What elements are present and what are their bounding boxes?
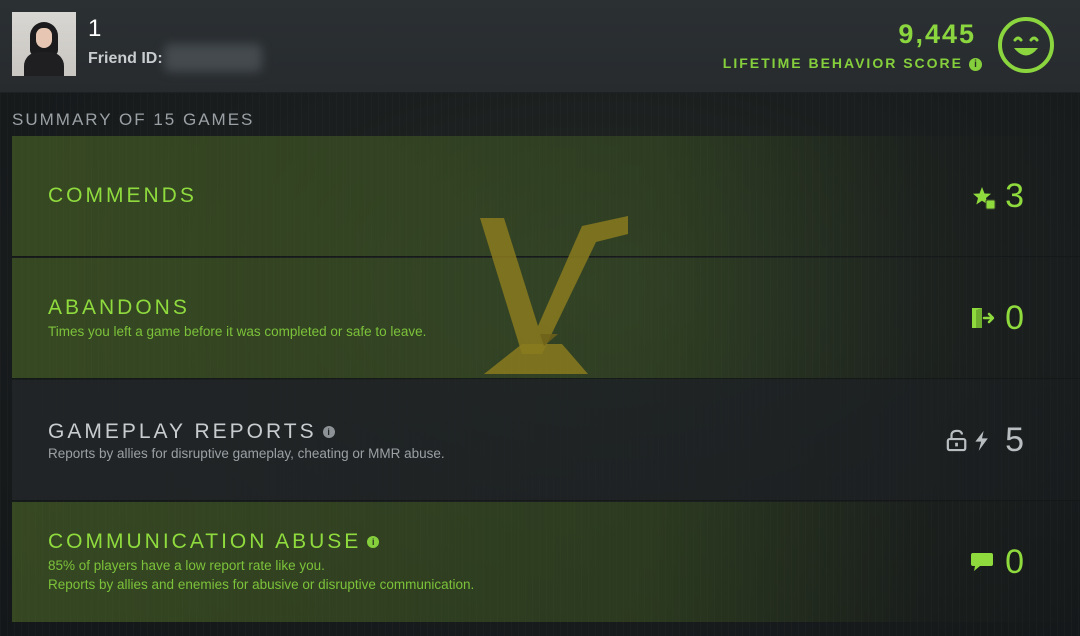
commends-value: 3 [1005, 177, 1024, 215]
gameplay-reports-description: Reports by allies for disruptive gamepla… [48, 446, 445, 461]
info-icon[interactable]: i [322, 426, 335, 438]
star-thumbs-up-icon [973, 187, 996, 210]
info-icon[interactable]: i [367, 536, 380, 548]
abandons-title: ABANDONS [48, 296, 190, 319]
abandons-description: Times you left a game before it was comp… [48, 324, 427, 339]
unlock-icon [946, 429, 967, 452]
commends-row: COMMENDS 3 [12, 136, 1080, 256]
communication-abuse-title-text: COMMUNICATION ABUSE [48, 530, 362, 553]
behavior-summary-page: 1 Friend ID: 9,445 LIFETIME BEHAVIOR SCO… [0, 0, 1080, 636]
communication-abuse-value: 0 [1005, 543, 1024, 581]
behavior-score-label-text: LIFETIME BEHAVIOR SCORE [722, 55, 963, 71]
row-divider [12, 256, 1080, 257]
gameplay-reports-row: GAMEPLAY REPORTS i Reports by allies for … [12, 380, 1080, 500]
communication-abuse-row: COMMUNICATION ABUSE i 85% of players have… [12, 502, 1080, 622]
communication-abuse-description: Reports by allies and enemies for abusiv… [48, 577, 475, 592]
row-divider [12, 378, 1080, 379]
lightning-icon [975, 430, 988, 451]
communication-abuse-percentile: 85% of players have a low report rate li… [48, 558, 325, 573]
exit-door-icon [972, 308, 994, 328]
behavior-score-label: LIFETIME BEHAVIOR SCORE i [723, 54, 982, 72]
communication-abuse-title: COMMUNICATION ABUSE i [48, 530, 380, 554]
player-name: 1 [88, 15, 102, 42]
friend-id-label: Friend ID: [88, 50, 163, 67]
gameplay-reports-value: 5 [1005, 421, 1024, 459]
avatar[interactable] [12, 12, 76, 76]
behavior-score-value: 9,445 [898, 19, 976, 49]
chat-bubble-icon [971, 553, 993, 571]
gameplay-reports-title: GAMEPLAY REPORTS i [48, 420, 335, 444]
commends-title: COMMENDS [48, 184, 197, 207]
abandons-row: ABANDONS Times you left a game before it… [12, 258, 1080, 378]
gameplay-reports-title-text: GAMEPLAY REPORTS [48, 420, 317, 443]
summary-title: SUMMARY OF 15 GAMES [12, 110, 255, 129]
smiley-face-icon [998, 17, 1054, 73]
abandons-value: 0 [1005, 299, 1024, 337]
info-icon[interactable]: i [969, 58, 982, 71]
profile-header: 1 Friend ID: 9,445 LIFETIME BEHAVIOR SCO… [0, 0, 1080, 93]
row-divider [12, 500, 1080, 501]
friend-id-value-redacted [164, 44, 262, 72]
